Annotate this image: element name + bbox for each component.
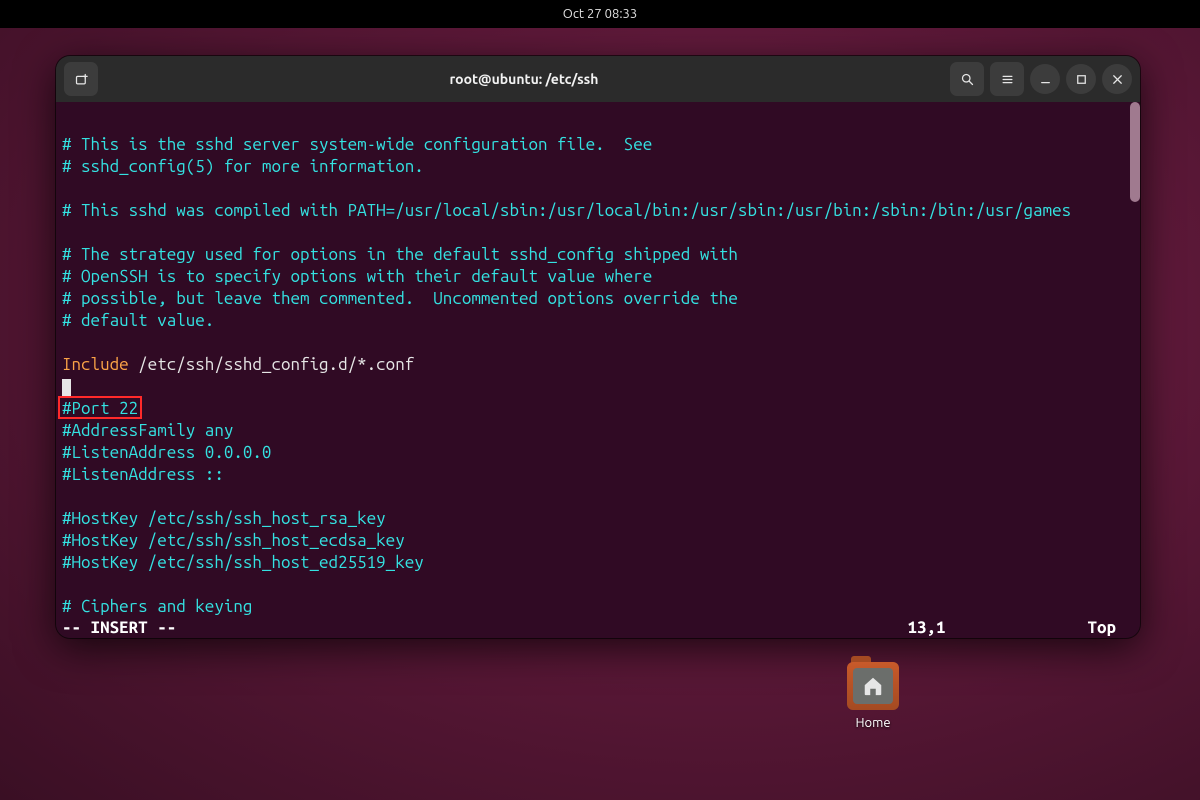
- gnome-topbar: Oct 27 08:33: [0, 0, 1200, 28]
- search-button[interactable]: [950, 62, 984, 96]
- folder-icon: [847, 662, 899, 710]
- minimize-icon: [1038, 72, 1053, 87]
- scrollbar-thumb[interactable]: [1130, 102, 1140, 202]
- terminal-window: root@ubuntu: /etc/ssh # This is the sshd…: [56, 56, 1140, 638]
- window-titlebar: root@ubuntu: /etc/ssh: [56, 56, 1140, 102]
- search-icon: [960, 72, 975, 87]
- editor-content[interactable]: # This is the sshd server system-wide co…: [62, 112, 1134, 618]
- new-tab-icon: [74, 72, 89, 87]
- maximize-icon: [1074, 72, 1089, 87]
- vim-cursor-position: 13,1: [907, 618, 987, 637]
- hamburger-menu-button[interactable]: [990, 62, 1024, 96]
- maximize-button[interactable]: [1066, 64, 1096, 94]
- vim-status-line: -- INSERT -- 13,1 Top: [62, 618, 1134, 638]
- desktop-icon-label: Home: [845, 716, 901, 730]
- new-tab-button[interactable]: [64, 62, 98, 96]
- house-icon: [862, 675, 884, 697]
- minimize-button[interactable]: [1030, 64, 1060, 94]
- desktop-home-icon[interactable]: Home: [845, 662, 901, 730]
- vim-mode: -- INSERT --: [62, 618, 176, 637]
- hamburger-icon: [1000, 72, 1015, 87]
- close-button[interactable]: [1102, 64, 1132, 94]
- close-icon: [1110, 72, 1125, 87]
- terminal-body[interactable]: # This is the sshd server system-wide co…: [56, 102, 1140, 638]
- clock-text: Oct 27 08:33: [563, 7, 637, 21]
- vim-scroll-location: Top: [1087, 618, 1134, 637]
- window-title: root@ubuntu: /etc/ssh: [104, 71, 944, 87]
